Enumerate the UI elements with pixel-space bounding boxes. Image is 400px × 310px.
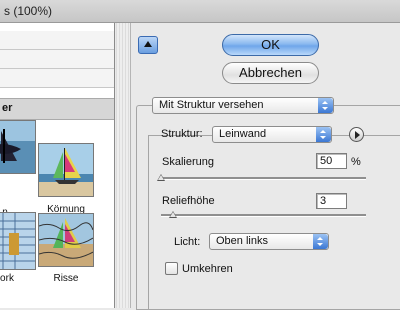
gallery-category-header[interactable]: er (0, 98, 114, 120)
scaling-slider-track[interactable] (161, 177, 366, 180)
thumbnail-label: Risse (53, 273, 79, 284)
thumbnail-image (0, 213, 35, 269)
structure-select-value: Leinwand (219, 128, 267, 140)
filter-thumbnail[interactable] (0, 212, 36, 270)
invert-label: Umkehren (182, 263, 233, 275)
select-arrows-icon (318, 98, 333, 113)
filter-gallery-panel: er n Körnung ork Risse (0, 23, 115, 308)
filter-select-value: Mit Struktur versehen (159, 99, 264, 111)
select-arrows-icon (313, 234, 328, 249)
collapse-gallery-button[interactable] (138, 36, 158, 54)
ok-button[interactable]: OK (222, 34, 319, 56)
gallery-category-label: er (2, 102, 13, 114)
scaling-unit: % (351, 156, 361, 168)
relief-label: Reliefhöhe (162, 195, 215, 207)
thumbnail-image (0, 121, 35, 173)
cancel-button[interactable]: Abbrechen (222, 62, 319, 84)
gallery-category-row[interactable] (0, 50, 114, 69)
filter-thumbnail[interactable] (38, 213, 94, 267)
relief-input[interactable]: 3 (316, 193, 347, 209)
title-bar: s (100%) (0, 0, 400, 23)
thumbnail-image (39, 214, 93, 266)
filter-thumbnail[interactable] (38, 143, 94, 197)
light-select[interactable]: Oben links (209, 233, 329, 250)
scaling-label: Skalierung (162, 156, 214, 168)
invert-checkbox[interactable] (165, 262, 178, 275)
scaling-slider-thumb[interactable] (157, 174, 165, 181)
thumbnail-image (39, 144, 93, 196)
gallery-category-row[interactable] (0, 31, 114, 50)
filter-thumbnail[interactable] (0, 120, 36, 174)
relief-slider-thumb[interactable] (169, 211, 178, 218)
structure-select[interactable]: Leinwand (212, 126, 332, 143)
filter-select[interactable]: Mit Struktur versehen (152, 97, 334, 114)
select-arrows-icon (316, 127, 331, 142)
scaling-input[interactable]: 50 (316, 153, 347, 169)
structure-menu-button[interactable] (349, 127, 364, 142)
light-select-value: Oben links (216, 235, 268, 247)
gallery-scrollbar[interactable] (116, 23, 131, 308)
gallery-category-row[interactable] (0, 69, 114, 88)
light-label: Licht: (174, 236, 201, 248)
window-title: s (100%) (4, 4, 53, 18)
relief-slider-track[interactable] (161, 214, 366, 217)
structure-label: Struktur: (161, 128, 203, 140)
thumbnail-label: ork (0, 273, 14, 284)
